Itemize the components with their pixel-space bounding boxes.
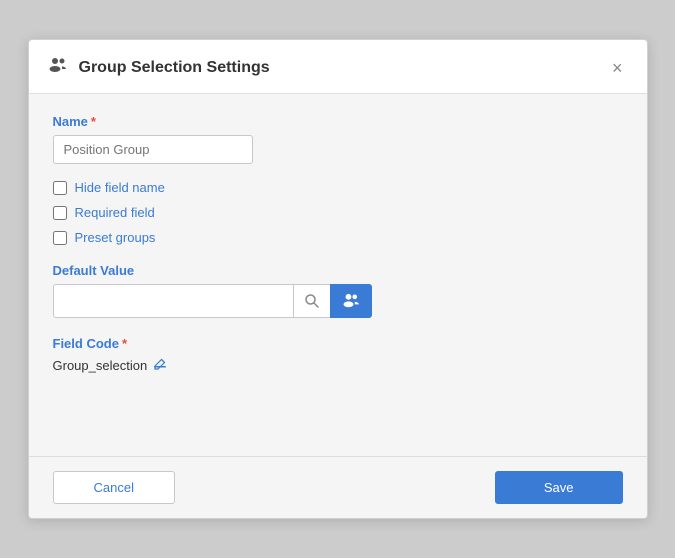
required-star: * — [91, 114, 96, 129]
preset-groups-checkbox-item[interactable]: Preset groups — [53, 230, 623, 245]
hide-field-name-checkbox-item[interactable]: Hide field name — [53, 180, 623, 195]
group-selection-dialog: Group Selection Settings × Name * Hide f… — [28, 39, 648, 519]
field-code-value-row: Group_selection — [53, 357, 623, 374]
save-button[interactable]: Save — [495, 471, 623, 504]
group-icon — [47, 54, 69, 81]
group-selector-button[interactable] — [330, 284, 372, 318]
dialog-body: Name * Hide field name Required field Pr… — [29, 94, 647, 456]
required-field-label: Required field — [75, 205, 155, 220]
checkbox-group: Hide field name Required field Preset gr… — [53, 180, 623, 245]
field-code-required-star: * — [122, 336, 127, 351]
hide-field-name-checkbox[interactable] — [53, 181, 67, 195]
dialog-title-area: Group Selection Settings — [47, 54, 270, 81]
default-value-section: Default Value — [53, 263, 623, 318]
edit-icon[interactable] — [153, 357, 167, 374]
hide-field-name-label: Hide field name — [75, 180, 165, 195]
name-field-group: Name * — [53, 114, 623, 164]
name-input[interactable] — [53, 135, 253, 164]
required-field-checkbox[interactable] — [53, 206, 67, 220]
search-row — [53, 284, 623, 318]
default-value-label: Default Value — [53, 263, 623, 278]
field-code-text: Group_selection — [53, 358, 148, 373]
cancel-button[interactable]: Cancel — [53, 471, 175, 504]
preset-groups-checkbox[interactable] — [53, 231, 67, 245]
field-code-label: Field Code * — [53, 336, 623, 351]
default-value-input[interactable] — [53, 284, 293, 318]
field-code-section: Field Code * Group_selection — [53, 336, 623, 374]
preset-groups-label: Preset groups — [75, 230, 156, 245]
required-field-checkbox-item[interactable]: Required field — [53, 205, 623, 220]
dialog-title: Group Selection Settings — [79, 59, 270, 77]
dialog-header: Group Selection Settings × — [29, 40, 647, 94]
close-button[interactable]: × — [606, 57, 629, 79]
dialog-footer: Cancel Save — [29, 457, 647, 518]
name-label: Name * — [53, 114, 623, 129]
search-button[interactable] — [293, 284, 330, 318]
